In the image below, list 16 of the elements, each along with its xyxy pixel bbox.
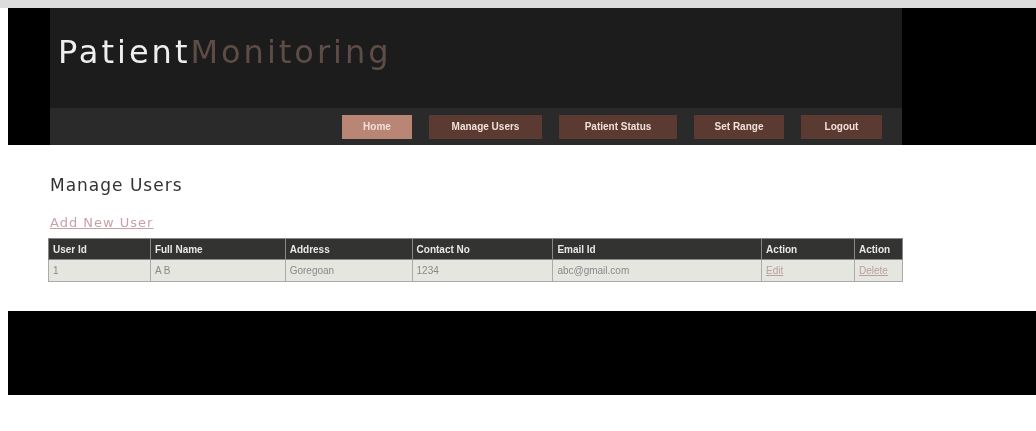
- nav-tab[interactable]: Logout: [801, 114, 882, 139]
- column-header: Action: [854, 238, 903, 260]
- nav-tab[interactable]: Manage Users: [429, 114, 542, 139]
- column-header: User Id: [48, 238, 151, 260]
- page-heading: Manage Users: [50, 174, 183, 197]
- column-header: Action: [761, 238, 855, 260]
- nav-tab[interactable]: Patient Status: [559, 114, 677, 139]
- column-header: Full Name: [150, 238, 286, 260]
- column-header: Address: [285, 238, 413, 260]
- site-title: PatientMonitoring: [58, 32, 392, 73]
- column-header: Contact No: [412, 238, 553, 260]
- column-header: Email Id: [552, 238, 762, 260]
- table-cell: 1234: [412, 259, 553, 282]
- table-cell: abc@gmail.com: [552, 259, 762, 282]
- table-cell: 1: [48, 259, 151, 282]
- nav-tab[interactable]: Set Range: [694, 114, 784, 139]
